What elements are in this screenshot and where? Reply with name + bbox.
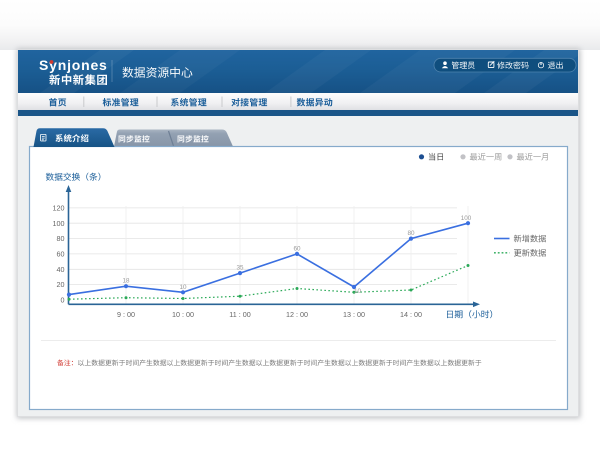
svg-text:60: 60	[57, 249, 65, 258]
svg-text:120: 120	[53, 203, 65, 212]
svg-text:9 : 00: 9 : 00	[117, 310, 135, 319]
svg-text:Synjones: Synjones	[39, 57, 108, 73]
svg-text:12 : 00: 12 : 00	[286, 310, 308, 319]
svg-text:40: 40	[57, 265, 65, 274]
svg-text:60: 60	[293, 245, 301, 252]
svg-text:80: 80	[407, 230, 415, 237]
svg-text:0: 0	[61, 296, 65, 305]
svg-text:13 : 00: 13 : 00	[343, 310, 365, 319]
svg-text:100: 100	[53, 219, 65, 228]
svg-text:11 : 00: 11 : 00	[229, 310, 250, 319]
svg-text:100: 100	[461, 215, 472, 222]
svg-text:18: 18	[122, 278, 130, 285]
svg-text:35: 35	[236, 265, 244, 272]
svg-text:20: 20	[57, 280, 65, 289]
svg-text:80: 80	[57, 234, 65, 243]
svg-text:14 : 00: 14 : 00	[400, 310, 422, 319]
svg-text:10 : 00: 10 : 00	[172, 310, 194, 319]
svg-text:10: 10	[354, 288, 362, 295]
svg-text:10: 10	[179, 284, 187, 291]
